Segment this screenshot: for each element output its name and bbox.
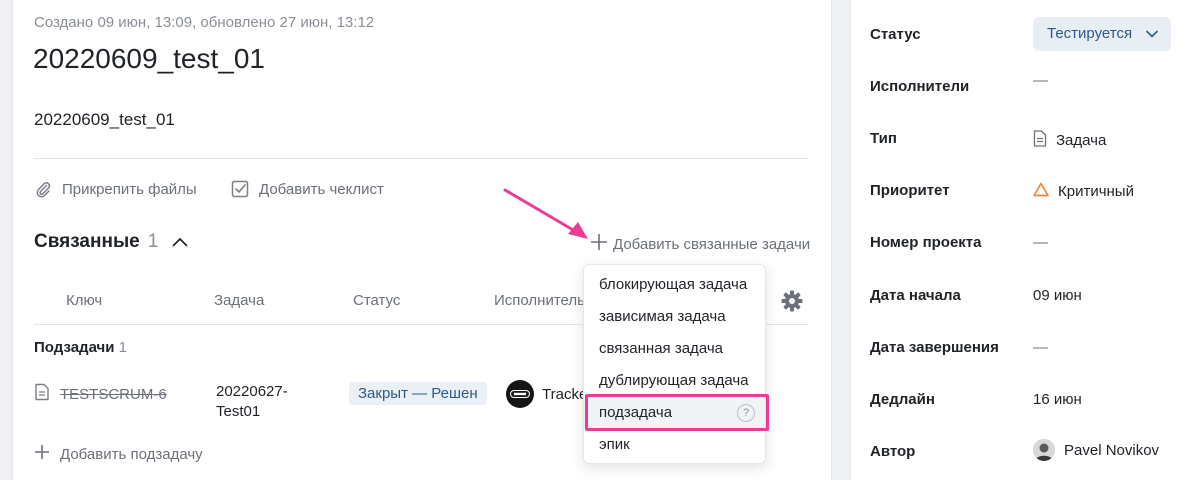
add-subtask-button[interactable]: Добавить подзадачу — [34, 444, 203, 464]
author-value[interactable]: Pavel Novikov — [1033, 439, 1159, 461]
menu-item-related[interactable]: связанная задача — [584, 333, 765, 365]
type-value[interactable]: Задача — [1033, 130, 1106, 151]
avatar — [1033, 439, 1055, 461]
status-badge: Закрыт — Решен — [349, 382, 487, 405]
subtasks-count: 1 — [118, 339, 127, 356]
subtasks-header: Подзадачи 1 — [34, 339, 127, 356]
menu-item-epic[interactable]: эпик — [584, 429, 765, 461]
attach-files-label: Прикрепить файлы — [62, 180, 197, 198]
column-header-assignee[interactable]: Исполнитель — [494, 292, 585, 309]
column-header-task[interactable]: Задача — [214, 292, 264, 309]
menu-item-duplicate[interactable]: дублирующая задача — [584, 365, 765, 397]
avatar — [506, 380, 534, 408]
document-icon — [1033, 130, 1047, 151]
priority-value[interactable]: Критичный — [1033, 182, 1134, 201]
attach-files-button[interactable]: Прикрепить файлы — [34, 178, 197, 200]
assignee-name: Tracke — [542, 385, 588, 403]
subtask-name[interactable]: 20220627-Test01 — [216, 382, 326, 422]
gear-icon[interactable] — [781, 290, 803, 317]
author-name: Pavel Novikov — [1064, 441, 1160, 459]
menu-item-blocking[interactable]: блокирующая задача — [584, 269, 765, 301]
document-icon — [34, 383, 50, 405]
project-number-label: Номер проекта — [870, 234, 982, 251]
add-checklist-button[interactable]: Добавить чеклист — [231, 178, 384, 200]
deadline-value[interactable]: 16 июн — [1033, 391, 1082, 408]
divider — [34, 158, 808, 159]
chevron-up-icon — [172, 231, 188, 253]
type-label: Тип — [870, 130, 897, 147]
assignees-value[interactable]: — — [1033, 72, 1048, 89]
project-number-value[interactable]: — — [1033, 234, 1048, 251]
related-section-header[interactable]: Связанные 1 — [34, 231, 188, 253]
type-text: Задача — [1056, 132, 1107, 149]
status-value: Тестируется — [1047, 25, 1133, 42]
column-header-key[interactable]: Ключ — [66, 292, 102, 309]
author-label: Автор — [870, 443, 916, 460]
related-title: Связанные — [34, 231, 140, 252]
assignees-label: Исполнители — [870, 78, 970, 95]
add-subtask-label: Добавить подзадачу — [60, 445, 203, 463]
plus-icon — [34, 444, 50, 464]
add-related-tasks-button[interactable]: Добавить связанные задачи — [589, 232, 810, 256]
warning-triangle-icon — [1033, 182, 1049, 201]
start-date-label: Дата начала — [870, 287, 961, 304]
highlight-box — [585, 394, 769, 431]
task-title[interactable]: 20220609_test_01 — [33, 43, 265, 75]
related-count: 1 — [147, 231, 159, 252]
task-meta: Создано 09 июн, 13:09, обновлено 27 июн,… — [34, 14, 375, 31]
menu-item-dependent[interactable]: зависимая задача — [584, 301, 765, 333]
chevron-down-icon — [1146, 17, 1158, 51]
link-type-dropdown: блокирующая задача зависимая задача связ… — [583, 264, 766, 464]
subtask-assignee[interactable]: Tracke — [506, 380, 587, 408]
subtask-key: TESTSCRUM-6 — [60, 385, 167, 403]
end-date-value[interactable]: — — [1033, 339, 1048, 356]
add-checklist-label: Добавить чеклист — [259, 180, 384, 198]
paperclip-icon — [34, 180, 52, 198]
add-related-label: Добавить связанные задачи — [613, 235, 811, 253]
table-row-key[interactable]: TESTSCRUM-6 — [34, 383, 167, 405]
status-label: Статус — [870, 26, 921, 43]
annotation-arrow — [500, 184, 595, 251]
deadline-label: Дедлайн — [870, 391, 935, 408]
task-description[interactable]: 20220609_test_01 — [34, 110, 175, 130]
status-select[interactable]: Тестируется — [1033, 17, 1171, 51]
checkbox-icon — [231, 180, 249, 198]
priority-text: Критичный — [1058, 183, 1134, 200]
column-header-status[interactable]: Статус — [353, 292, 400, 309]
start-date-value[interactable]: 09 июн — [1033, 287, 1082, 304]
subtasks-title: Подзадачи — [34, 339, 115, 356]
priority-label: Приоритет — [870, 182, 950, 199]
end-date-label: Дата завершения — [870, 339, 999, 356]
